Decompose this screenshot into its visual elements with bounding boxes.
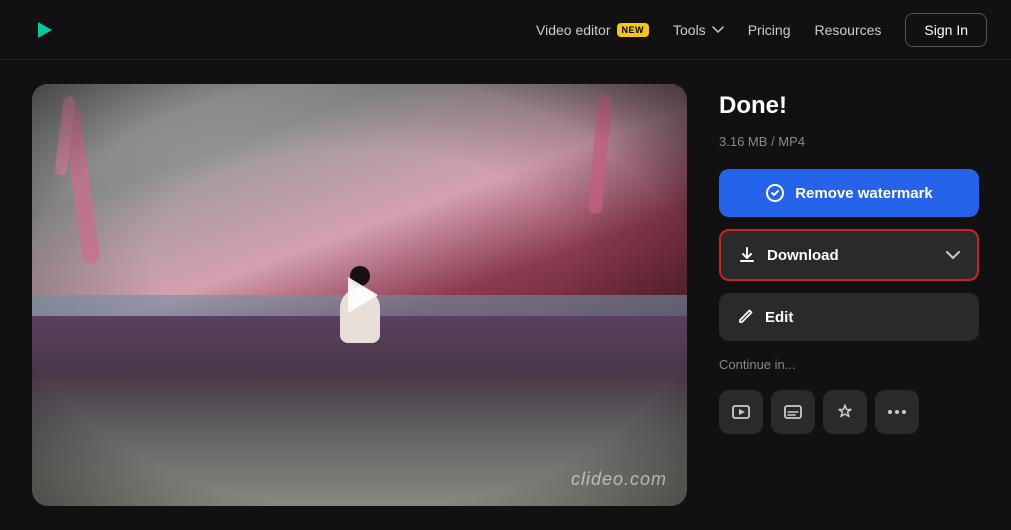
edit-icon (735, 307, 755, 327)
play-triangle-icon (348, 277, 378, 313)
video-panel[interactable]: clideo.com (32, 84, 687, 506)
download-btn-left: Download (737, 245, 839, 265)
main-content: clideo.com Done! 3.16 MB / MP4 Remove wa… (0, 60, 1011, 530)
pricing-label: Pricing (748, 22, 791, 38)
done-title: Done! (719, 92, 979, 120)
remove-watermark-label: Remove watermark (795, 185, 933, 202)
resources-label: Resources (814, 22, 881, 38)
navbar: Video editor NEW Tools Pricing Resources… (0, 0, 1011, 60)
video-editor-label: Video editor (536, 22, 610, 38)
play-button[interactable] (332, 267, 388, 323)
tools-label: Tools (673, 22, 706, 38)
file-info: 3.16 MB / MP4 (719, 134, 979, 149)
video-player-icon (731, 402, 751, 422)
sign-in-button[interactable]: Sign In (905, 13, 987, 47)
continue-effects-button[interactable] (823, 390, 867, 434)
edit-label: Edit (765, 309, 793, 326)
subtitles-icon (783, 402, 803, 422)
more-options-icon (887, 409, 907, 415)
continue-more-button[interactable] (875, 390, 919, 434)
continue-subtitles-button[interactable] (771, 390, 815, 434)
pricing-nav[interactable]: Pricing (748, 22, 791, 38)
navbar-right: Video editor NEW Tools Pricing Resources… (536, 13, 987, 47)
clideo-logo-icon[interactable] (24, 12, 60, 48)
remove-watermark-button[interactable]: Remove watermark (719, 169, 979, 217)
download-label: Download (767, 247, 839, 264)
chevron-down-icon (712, 26, 724, 34)
resources-nav[interactable]: Resources (814, 22, 881, 38)
video-editor-nav[interactable]: Video editor NEW (536, 22, 649, 38)
continue-icons (719, 390, 979, 434)
tools-nav[interactable]: Tools (673, 22, 724, 38)
continue-label: Continue in... (719, 357, 979, 372)
file-format: MP4 (778, 134, 805, 149)
right-panel: Done! 3.16 MB / MP4 Remove watermark Dow… (719, 84, 979, 434)
download-icon (737, 245, 757, 265)
new-badge: NEW (617, 23, 650, 37)
effects-icon (835, 402, 855, 422)
remove-watermark-icon (765, 183, 785, 203)
download-chevron-icon (945, 250, 961, 260)
download-button[interactable]: Download (719, 229, 979, 281)
edit-button[interactable]: Edit (719, 293, 979, 341)
continue-video-editor-button[interactable] (719, 390, 763, 434)
video-thumbnail: clideo.com (32, 84, 687, 506)
watermark-text: clideo.com (571, 469, 667, 490)
navbar-left (24, 12, 60, 48)
file-size: 3.16 MB (719, 134, 767, 149)
